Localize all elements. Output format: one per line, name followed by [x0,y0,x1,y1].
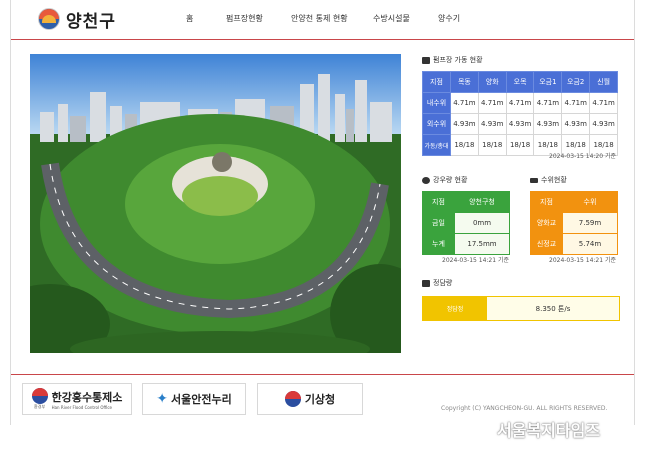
water-level-icon [530,177,538,183]
table-cell: 4.71m [561,92,591,114]
copyright-text: Copyright (C) YANGCHEON-GU. ALL RIGHTS R… [441,405,608,412]
header-divider [11,39,634,40]
pump-status-timestamp: 2024-03-15 14:20 기준 [549,153,617,160]
table-cell: 4.93m [477,113,507,135]
pump-status-table: 지점 목동 양화 오목 오금1 오금2 신월 내수위 4.71m 4.71m 4… [422,71,618,156]
column-header: 지점 [422,191,455,213]
page-frame-right [634,0,635,425]
table-cell: 7.59m [562,212,618,234]
intake-label: 정담정 [423,297,487,320]
table-cell: 4.93m [561,113,591,135]
table-row: 내수위 4.71m 4.71m 4.71m 4.71m 4.71m 4.71m [422,92,618,114]
water-level-title: 수위현황 [530,175,567,185]
table-cell: 5.74m [562,233,618,255]
intake-title-text: 정담량 [433,279,453,287]
table-row: 신정교 5.74m [530,233,618,255]
table-header-row: 지점 목동 양화 오목 오금1 오금2 신월 [422,71,618,93]
table-header-row: 지점 수위 [530,191,618,213]
rain-cloud-icon [422,176,430,184]
partner-emblem: 환경부 [31,388,48,410]
row-header: 외수위 [422,113,451,135]
footer-divider [11,374,634,375]
table-cell: 18/18 [450,134,479,156]
water-level-title-text: 수위현황 [541,176,567,184]
column-header: 오금1 [533,71,563,93]
aerial-park-photo [30,54,401,353]
nav-home[interactable]: 홈 [186,13,193,24]
column-header: 양화 [477,71,507,93]
row-header: 양화교 [530,212,563,234]
partner-tag: 환경부 [34,404,46,409]
government-emblem-icon [284,391,301,407]
column-header: 오금2 [561,71,591,93]
district-emblem-icon [38,8,60,30]
row-header: 가동/총대 [422,134,451,156]
table-cell: 0mm [454,212,510,234]
nav-pump-status[interactable]: 펌프장현황 [226,13,263,24]
row-header: 금일 [422,212,455,234]
intake-icon [422,279,430,287]
partner-name: 기상청 [304,393,336,406]
table-cell: 4.93m [589,113,618,135]
table-cell: 4.93m [533,113,563,135]
table-cell: 4.71m [477,92,507,114]
table-cell: 4.71m [533,92,563,114]
row-header: 신정교 [530,233,563,255]
column-header: 지점 [422,71,451,93]
table-cell: 4.71m [450,92,479,114]
table-row: 누계 17.5mm [422,233,510,255]
table-cell: 4.93m [450,113,479,135]
column-header: 목동 [450,71,479,93]
pump-icon [422,56,430,64]
partner-name: 한강홍수통제소 [51,390,123,404]
row-header: 내수위 [422,92,451,114]
intake-panel: 정담정 8.350 톤/s [422,296,620,321]
partner-subtitle: Han River Flood Control Office [51,404,113,410]
column-header: 양천구청 [454,191,510,213]
intake-value: 8.350 톤/s [535,304,571,313]
table-cell: 18/18 [505,134,535,156]
table-cell: 4.93m [505,113,535,135]
rainfall-title: 강우량 현황 [422,175,467,185]
nav-water-pumps[interactable]: 양수기 [438,13,460,24]
table-header-row: 지점 양천구청 [422,191,510,213]
table-cell: 17.5mm [454,233,510,255]
rainfall-timestamp: 2024-03-15 14:21 기준 [442,257,510,264]
nav-flood-facilities[interactable]: 수방시설물 [373,13,410,24]
partner-han-river-flood-control[interactable]: 환경부 한강홍수통제소 Han River Flood Control Offi… [22,383,132,415]
table-row: 외수위 4.93m 4.93m 4.93m 4.93m 4.93m 4.93m [422,113,618,135]
watermark: 서울복지타임즈 [497,421,601,440]
pump-status-title-text: 펌프장 가동 현황 [433,56,483,64]
row-header: 누계 [422,233,455,255]
rainfall-title-text: 강우량 현황 [433,176,468,184]
government-emblem-icon [31,388,48,404]
table-cell: 18/18 [477,134,507,156]
column-header: 지점 [530,191,563,213]
partner-seoul-safety[interactable]: ✦ 서울안전누리 [142,383,246,415]
nav-anyangcheon-control[interactable]: 안양천 통제 현황 [291,13,348,24]
page-frame-left [10,0,11,425]
table-cell: 4.71m [505,92,535,114]
table-row: 양화교 7.59m [530,212,618,234]
column-header: 신월 [589,71,618,93]
table-row: 금일 0mm [422,212,510,234]
logo-text: 양천구 [66,11,116,32]
intake-title: 정담량 [422,278,452,288]
table-cell: 4.71m [589,92,618,114]
water-level-table: 지점 수위 양화교 7.59m 신정교 5.74m [530,191,618,255]
site-logo[interactable]: 양천구 [38,8,116,32]
seoul-safety-logo-icon: ✦ [156,391,168,407]
partner-kma[interactable]: 기상청 [257,383,363,415]
column-header: 오목 [505,71,535,93]
partner-name: 서울안전누리 [171,393,232,406]
partner-text: 한강홍수통제소 Han River Flood Control Office [52,389,123,410]
column-header: 수위 [562,191,618,213]
pump-status-title: 펌프장 가동 현황 [422,55,483,65]
rainfall-table: 지점 양천구청 금일 0mm 누계 17.5mm [422,191,510,255]
water-level-timestamp: 2024-03-15 14:21 기준 [549,257,617,264]
